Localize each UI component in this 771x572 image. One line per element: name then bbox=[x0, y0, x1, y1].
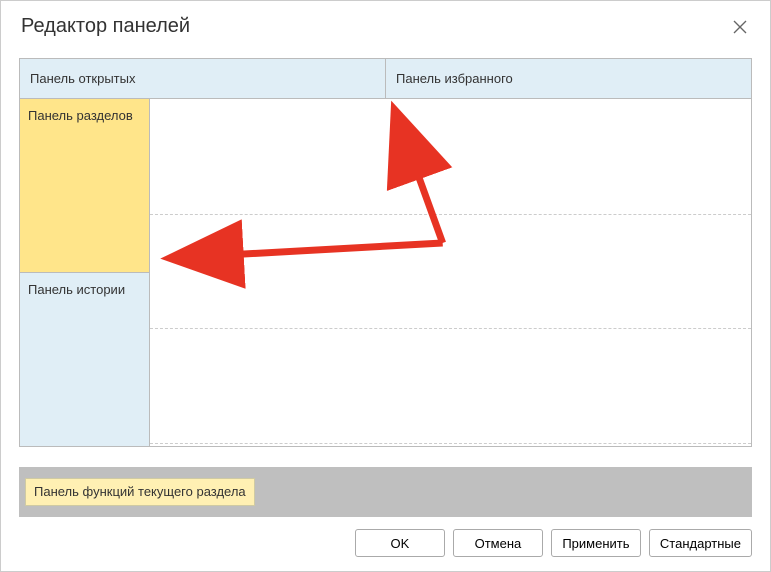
ok-button[interactable]: OK bbox=[355, 529, 445, 557]
top-panel-row: Панель открытых Панель избранного bbox=[20, 59, 751, 99]
default-button[interactable]: Стандартные bbox=[649, 529, 752, 557]
divider-line bbox=[150, 328, 751, 329]
panel-current-section-functions[interactable]: Панель функций текущего раздела bbox=[25, 478, 255, 506]
panel-history[interactable]: Панель истории bbox=[20, 273, 149, 446]
divider-line bbox=[150, 443, 751, 444]
left-panel-column: Панель разделов Панель истории bbox=[20, 99, 150, 446]
close-icon bbox=[733, 20, 747, 34]
center-dropzone[interactable] bbox=[150, 99, 751, 446]
cancel-button[interactable]: Отмена bbox=[453, 529, 543, 557]
unused-panels-tray[interactable]: Панель функций текущего раздела bbox=[19, 467, 752, 517]
panel-layout-area: Панель открытых Панель избранного Панель… bbox=[19, 58, 752, 447]
close-button[interactable] bbox=[730, 17, 750, 37]
panel-favorites-label: Панель избранного bbox=[396, 71, 513, 86]
window-title: Редактор панелей bbox=[21, 15, 190, 38]
titlebar: Редактор панелей bbox=[1, 1, 770, 52]
apply-button[interactable]: Применить bbox=[551, 529, 641, 557]
panel-sections[interactable]: Панель разделов bbox=[20, 99, 149, 273]
divider-line bbox=[150, 214, 751, 215]
panel-open-items[interactable]: Панель открытых bbox=[20, 59, 386, 99]
dialog-buttons: OK Отмена Применить Стандартные bbox=[1, 525, 770, 571]
panel-open-label: Панель открытых bbox=[30, 71, 135, 86]
panel-history-label: Панель истории bbox=[28, 282, 125, 297]
panel-sections-label: Панель разделов bbox=[28, 108, 133, 123]
panel-favorites[interactable]: Панель избранного bbox=[386, 59, 751, 99]
panel-editor-window: Редактор панелей Панель открытых Панель … bbox=[0, 0, 771, 572]
middle-row: Панель разделов Панель истории bbox=[20, 99, 751, 446]
panel-current-section-functions-label: Панель функций текущего раздела bbox=[34, 484, 246, 499]
